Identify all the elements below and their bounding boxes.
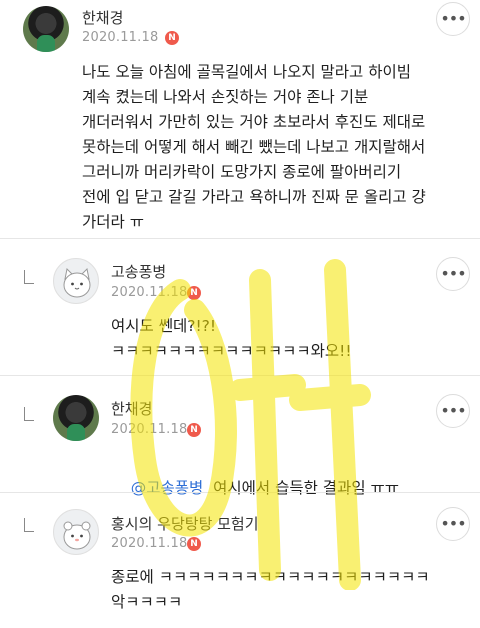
comment-author[interactable]: 홍시의 우당탕탕 모험기 [111, 513, 259, 534]
avatar[interactable] [53, 509, 99, 555]
more-options-button[interactable]: ••• [436, 394, 470, 428]
comment-date: 2020.11.18 [111, 422, 188, 437]
new-badge: N [187, 537, 201, 551]
more-options-button[interactable]: ••• [436, 507, 470, 541]
more-icon: ••• [440, 401, 466, 420]
more-icon: ••• [440, 9, 466, 28]
comment-date: 2020.11.18 [111, 536, 188, 551]
reply-arrow-icon [24, 270, 34, 284]
comment-text: 종로에 ㅋㅋㅋㅋㅋㅋㅋㅋㅋㅋㅋㅋㅋㅋㅋㅋㅋㅋㅋ 악ㅋㅋㅋㅋ [111, 568, 430, 611]
avatar[interactable] [23, 6, 69, 52]
comment-date: 2020.11.18 [82, 30, 159, 45]
comment-2: 고송퐁병 2020.11.18 N ••• 여시도 쎈데?!?! ㅋㅋㅋㅋㅋㅋㅋ… [0, 239, 480, 375]
reply-arrow-icon [24, 518, 34, 532]
avatar[interactable] [53, 258, 99, 304]
more-icon: ••• [440, 264, 466, 283]
new-badge: N [187, 423, 201, 437]
comment-author[interactable]: 한채경 [82, 7, 123, 28]
reply-arrow-icon [24, 407, 34, 421]
comment-4: 홍시의 우당탕탕 모험기 2020.11.18 N ••• 종로에 ㅋㅋㅋㅋㅋㅋ… [0, 493, 480, 628]
avatar[interactable] [53, 395, 99, 441]
comment-3: 한채경 2020.11.18 N ••• @고송퐁병 여시에서 습득한 결과임 … [0, 376, 480, 497]
new-badge: N [187, 286, 201, 300]
comment-date: 2020.11.18 [111, 285, 188, 300]
character-icon [63, 521, 91, 550]
new-badge: N [165, 31, 179, 45]
comment-text: 여시도 쎈데?!?! ㅋㅋㅋㅋㅋㅋㅋㅋㅋㅋㅋㅋㅋㅋ와오!! [111, 317, 352, 360]
cat-character-icon [63, 267, 91, 298]
more-options-button[interactable]: ••• [436, 2, 470, 36]
more-icon: ••• [440, 514, 466, 533]
comment-author[interactable]: 고송퐁병 [111, 261, 166, 282]
comment-text: 나도 오늘 아침에 골목길에서 나오지 말라고 하이빔 계속 켰는데 나와서 손… [82, 63, 426, 231]
comment-1: 한채경 2020.11.18 N ••• 나도 오늘 아침에 골목길에서 나오지… [0, 0, 480, 237]
comment-author[interactable]: 한채경 [111, 398, 152, 419]
more-options-button[interactable]: ••• [436, 257, 470, 291]
